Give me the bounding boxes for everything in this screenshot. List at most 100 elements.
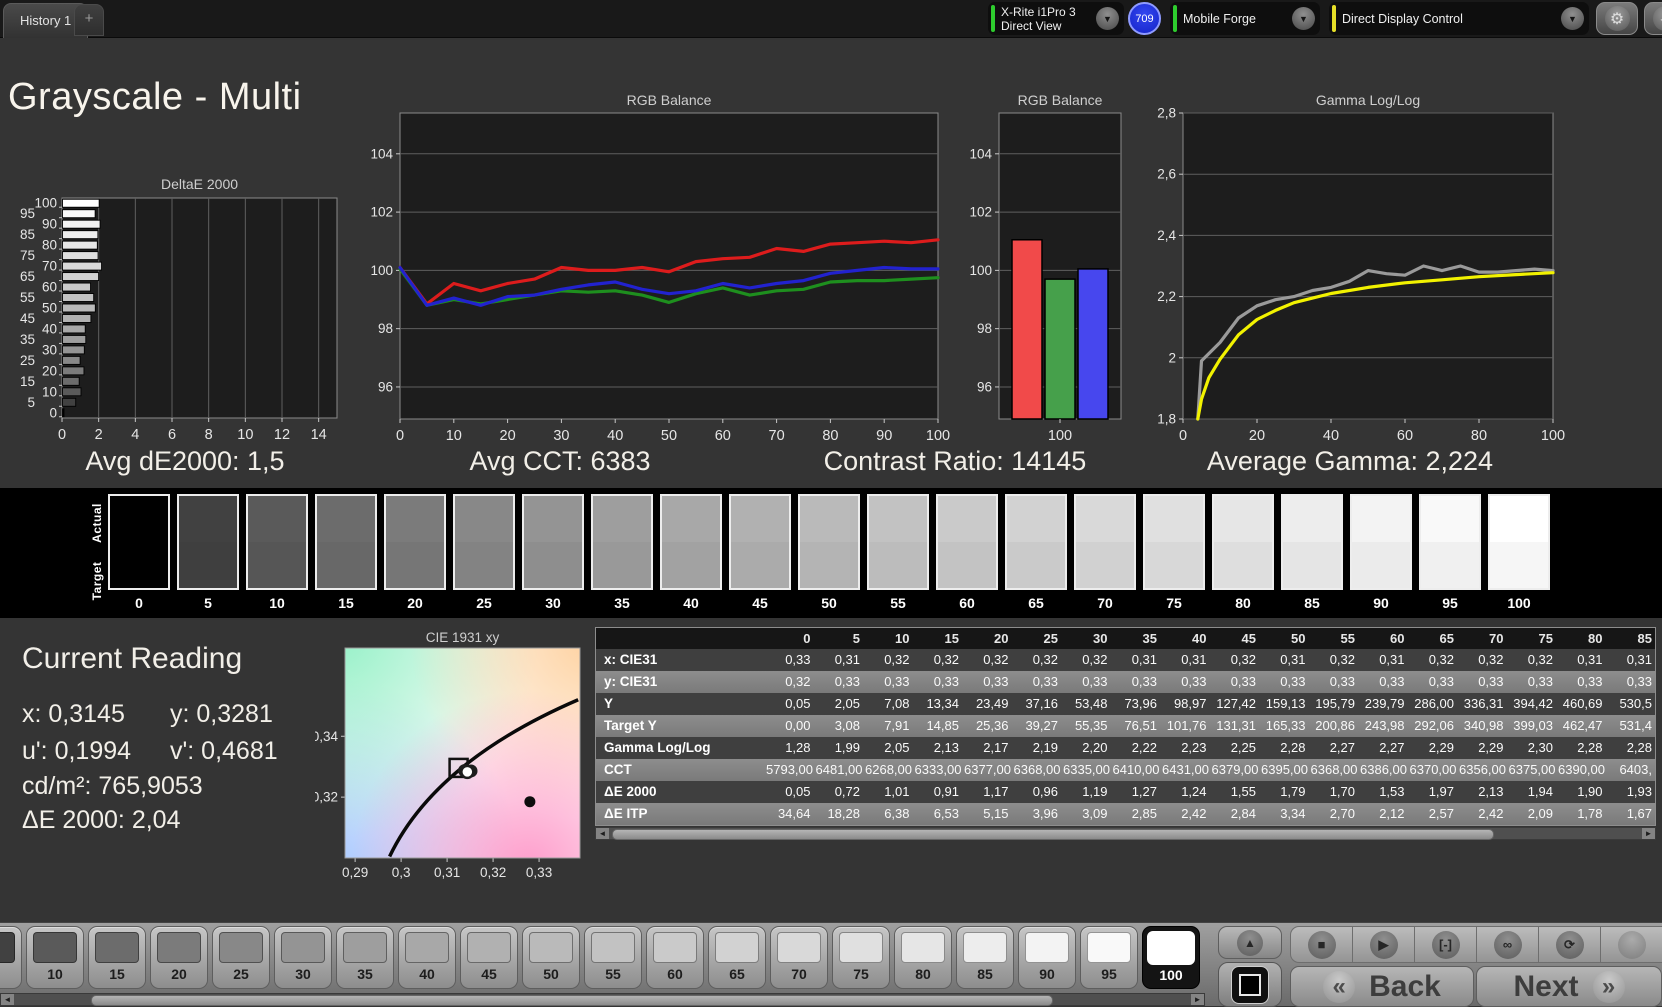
patch-button-50[interactable]: 50 xyxy=(522,926,580,989)
pattern-window-button[interactable] xyxy=(1218,962,1282,1007)
next-button[interactable]: Next » xyxy=(1476,966,1662,1007)
loop-infinite-button[interactable]: ∞ xyxy=(1476,926,1538,963)
patch-button-45[interactable]: 45 xyxy=(460,926,518,989)
scroll-left-icon[interactable]: ◄ xyxy=(1,994,14,1005)
table-cell: 6386,00 xyxy=(1360,759,1410,781)
display-control-dropdown[interactable]: Direct Display Control ▼ xyxy=(1329,2,1589,35)
patch-level-label: 30 xyxy=(275,966,331,982)
swatch-color xyxy=(384,494,446,590)
patch-button-15[interactable]: 15 xyxy=(88,926,146,989)
patch-level-label: 60 xyxy=(647,966,703,982)
range-button[interactable]: [-] xyxy=(1414,926,1476,963)
back-button[interactable]: « Back xyxy=(1290,966,1474,1007)
collapse-panel-button[interactable]: ◀ xyxy=(1644,2,1662,35)
patch-level-label: 25 xyxy=(213,966,269,982)
table-cell: 6368,00 xyxy=(1014,759,1064,781)
table-cell: 55,35 xyxy=(1063,715,1113,737)
loop-infinite-icon: ∞ xyxy=(1494,931,1522,959)
patch-button-60[interactable]: 60 xyxy=(646,926,704,989)
patch-button-95[interactable]: 95 xyxy=(1080,926,1138,989)
patch-color xyxy=(405,932,449,963)
table-cell: 39,27 xyxy=(1014,715,1064,737)
svg-text:50: 50 xyxy=(42,301,57,316)
svg-text:55: 55 xyxy=(20,290,35,305)
patch-color xyxy=(0,932,15,963)
pattern-window-icon xyxy=(1231,966,1269,1004)
patch-button-80[interactable]: 80 xyxy=(894,926,952,989)
scroll-left-icon[interactable]: ◄ xyxy=(596,828,609,839)
swatch-level-label: 90 xyxy=(1350,595,1412,611)
patch-list-up-button[interactable]: ▲ xyxy=(1218,926,1282,959)
table-cell: 7,91 xyxy=(865,715,915,737)
refresh-button[interactable]: ⟳ xyxy=(1538,926,1600,963)
table-cell: 6410,00 xyxy=(1113,759,1163,781)
deltae-2000-chart: 0246810121405101520253035404550556065707… xyxy=(10,176,390,448)
table-cell: 3,08 xyxy=(816,715,866,737)
table-cell: 1,24 xyxy=(1162,781,1212,803)
source-dropdown[interactable]: Mobile Forge ▼ xyxy=(1170,2,1320,35)
table-cell: 1,17 xyxy=(964,781,1014,803)
swatch-color xyxy=(315,494,377,590)
colorspace-badge[interactable]: 709 xyxy=(1128,2,1161,35)
table-cell: 0,33 xyxy=(1113,671,1163,693)
chevron-down-icon: ▼ xyxy=(1561,7,1584,30)
svg-text:100: 100 xyxy=(969,263,992,278)
svg-text:0,32: 0,32 xyxy=(480,865,506,880)
patch-button-90[interactable]: 90 xyxy=(1018,926,1076,989)
patch-button-70[interactable]: 70 xyxy=(770,926,828,989)
table-cell: 0,33 xyxy=(1014,671,1064,693)
table-cell: 6333,00 xyxy=(915,759,965,781)
patch-button-75[interactable]: 75 xyxy=(832,926,890,989)
table-cell: 101,76 xyxy=(1162,715,1212,737)
swatch-level-label: 65 xyxy=(1005,595,1067,611)
patch-button-20[interactable]: 20 xyxy=(150,926,208,989)
table-cell: 2,28 xyxy=(1558,737,1608,759)
patch-scrollbar-thumb[interactable] xyxy=(91,995,1053,1006)
record-icon xyxy=(1618,931,1646,959)
table-scrollbar-thumb[interactable] xyxy=(612,829,1494,840)
table-cell: 399,03 xyxy=(1509,715,1559,737)
svg-text:96: 96 xyxy=(378,379,393,394)
table-cell: 243,98 xyxy=(1360,715,1410,737)
table-cell: 2,20 xyxy=(1063,737,1113,759)
table-row: Gamma Log/Log1,281,992,052,132,172,192,2… xyxy=(596,737,1655,759)
play-button[interactable]: ▶ xyxy=(1352,926,1414,963)
patch-button-65[interactable]: 65 xyxy=(708,926,766,989)
svg-text:RGB Balance: RGB Balance xyxy=(1018,93,1103,108)
patch-button-55[interactable]: 55 xyxy=(584,926,642,989)
table-cell: 0,91 xyxy=(915,781,965,803)
patch-button-10[interactable]: 10 xyxy=(26,926,84,989)
scroll-right-icon[interactable]: ► xyxy=(1642,828,1655,839)
settings-button[interactable]: ⚙ xyxy=(1596,2,1638,35)
table-cell: 292,06 xyxy=(1410,715,1460,737)
svg-text:0,31: 0,31 xyxy=(434,865,460,880)
swatch-color xyxy=(591,494,653,590)
table-row-label: CCT xyxy=(596,759,766,781)
patch-scrollbar[interactable]: ◄ ► xyxy=(0,993,1205,1006)
table-cell: 0,33 xyxy=(1212,671,1262,693)
patch-button-100[interactable]: 100 xyxy=(1142,926,1200,989)
svg-text:2,2: 2,2 xyxy=(1157,289,1176,304)
table-scrollbar[interactable]: ◄ ► xyxy=(595,827,1656,840)
table-header-row: 0510152025303540455055606570758085 xyxy=(596,628,1655,649)
svg-text:DeltaE 2000: DeltaE 2000 xyxy=(161,176,238,192)
stop-button[interactable]: ■ xyxy=(1290,926,1352,963)
patch-button-85[interactable]: 85 xyxy=(956,926,1014,989)
patch-button-35[interactable]: 35 xyxy=(336,926,394,989)
svg-text:20: 20 xyxy=(1249,428,1265,444)
patch-button-30[interactable]: 30 xyxy=(274,926,332,989)
add-tab-button[interactable]: + xyxy=(74,4,104,36)
table-cell: 0,33 xyxy=(816,671,866,693)
svg-text:35: 35 xyxy=(20,332,35,347)
svg-text:96: 96 xyxy=(977,379,992,394)
patch-button-5[interactable]: 5 xyxy=(0,926,22,989)
patch-button-40[interactable]: 40 xyxy=(398,926,456,989)
patch-button-25[interactable]: 25 xyxy=(212,926,270,989)
meter-dropdown[interactable]: X-Rite i1Pro 3 Direct View ▼ xyxy=(988,2,1124,35)
table-cell: 1,01 xyxy=(865,781,915,803)
table-cell: 460,69 xyxy=(1558,693,1608,715)
record-button[interactable] xyxy=(1600,926,1662,963)
table-cell: 6370,00 xyxy=(1410,759,1460,781)
svg-text:6: 6 xyxy=(168,427,176,443)
scroll-right-icon[interactable]: ► xyxy=(1191,994,1204,1005)
